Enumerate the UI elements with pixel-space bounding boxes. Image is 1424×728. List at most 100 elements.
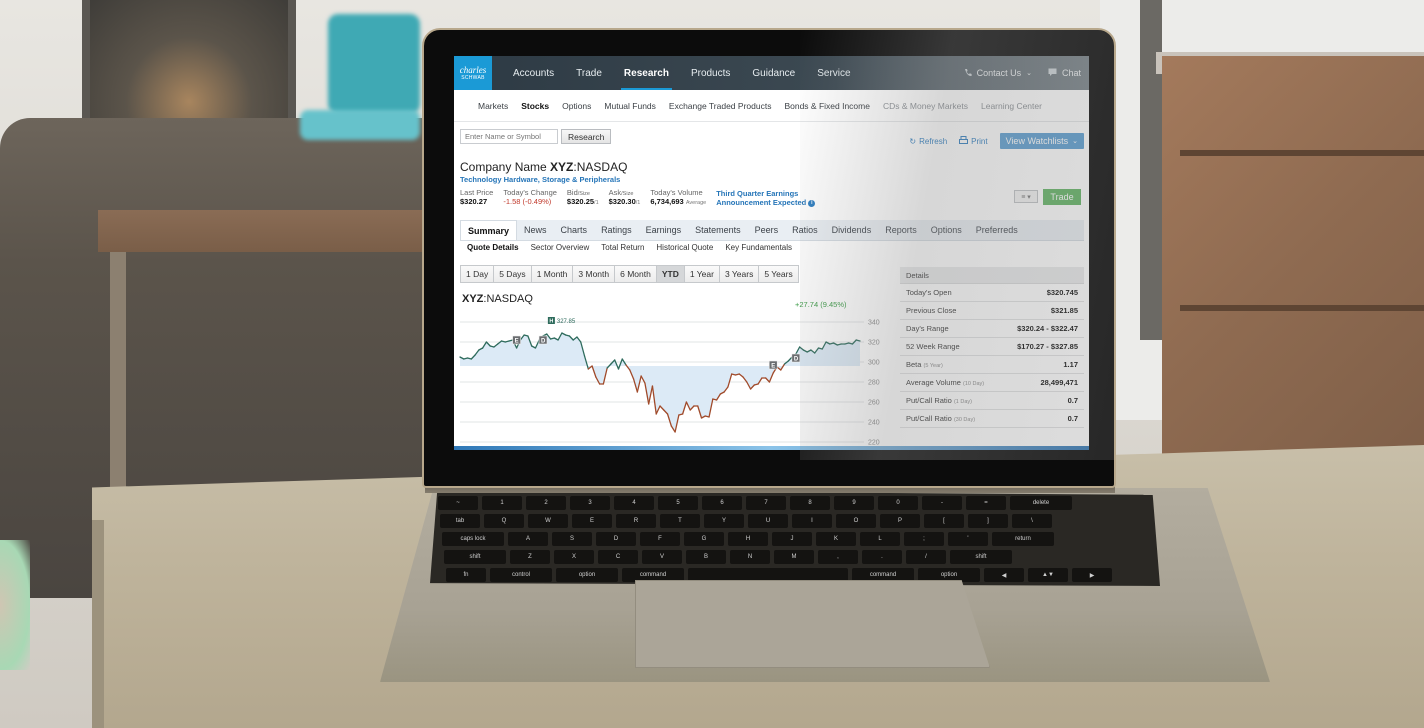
subtab-key-fundamentals[interactable]: Key Fundamentals [725,243,792,252]
window-frame [1140,0,1162,340]
sub-nav-item[interactable]: Learning Center [981,101,1042,111]
sub-nav-item[interactable]: Options [562,101,591,111]
range-button-1-month[interactable]: 1 Month [531,266,574,282]
keyboard-key: U [748,514,788,528]
sub-nav-item[interactable]: Stocks [521,101,549,111]
top-nav-item-service[interactable]: Service [806,56,861,90]
info-icon[interactable]: i [808,199,816,207]
top-nav: charles SCHWAB Accounts Trade Research Prod… [454,56,1089,90]
side-table-leg [110,252,126,512]
subtab-sector-overview[interactable]: Sector Overview [531,243,590,252]
details-label-text: Put/Call Ratio [906,396,952,405]
event-marker-letter: E [515,338,519,344]
range-button-ytd[interactable]: YTD [656,266,685,282]
price-chart: 340320300280260240220H 327.85E DED [459,317,880,447]
subtab-historical-quote[interactable]: Historical Quote [656,243,713,252]
keyboard-key: ~ [438,496,478,510]
tab-dividends[interactable]: Dividends [825,220,879,240]
printer-icon [959,136,969,146]
chat-bubble-icon [1048,68,1057,78]
company-name: Company Name [460,160,547,174]
bid: Bid/Size $320.25/1 [567,188,599,208]
sub-nav-item[interactable]: Mutual Funds [604,101,656,111]
refresh-link[interactable]: ↻ Refresh [909,137,947,146]
laptop-screen: charles SCHWAB Accounts Trade Research Prod… [454,56,1089,450]
contact-us-menu[interactable]: Contact Us ⌄ [956,68,1040,79]
details-label-note: (10 Day) [963,381,985,387]
print-link[interactable]: Print [959,136,988,146]
range-button-1-year[interactable]: 1 Year [684,266,720,282]
sub-nav-item[interactable]: Bonds & Fixed Income [784,101,870,111]
details-value: 0.7 [1067,414,1078,423]
view-watchlists-button[interactable]: View Watchlists ⌄ [999,133,1084,149]
keyboard-row: tab Q W E R T Y U I O P [] \ [440,514,1052,528]
range-button-3-month[interactable]: 3 Month [573,266,616,282]
tab-summary[interactable]: Summary [460,220,518,240]
tab-reports[interactable]: Reports [878,220,924,240]
tab-ratios[interactable]: Ratios [785,220,825,240]
keyboard-key: . [862,550,902,564]
chart-range-selector: 1 Day 5 Days 1 Month 3 Month 6 Month YTD 1 Yea… [460,265,799,283]
company-sector-link[interactable]: Technology Hardware, Storage & Periphera… [460,175,627,184]
keyboard-key: ▲▼ [1028,568,1068,582]
top-nav-item-research[interactable]: Research [613,56,680,90]
print-label: Print [971,136,988,146]
keyboard-key: caps lock [442,532,504,546]
details-panel: Details Today's Open $320.745 Previous Clo… [900,267,1084,428]
sub-nav-item[interactable]: Markets [478,101,508,111]
subtab-quote-details[interactable]: Quote Details [467,243,519,252]
sub-nav: Markets Stocks Options Mutual Funds Exchange… [454,90,1089,122]
keyboard-key: 5 [658,496,698,510]
top-nav-item-products[interactable]: Products [680,56,741,90]
range-button-5-days[interactable]: 5 Days [494,266,532,282]
keyboard-key: 6 [702,496,742,510]
tab-charts[interactable]: Charts [554,220,595,240]
high-marker-value: 327.85 [557,319,576,325]
top-nav-item-guidance[interactable]: Guidance [741,56,806,90]
keyboard-key: K [816,532,856,546]
details-label: Put/Call Ratio (1 Day) [906,396,972,405]
keyboard-key: return [992,532,1054,546]
details-label: Put/Call Ratio (30 Day) [906,414,975,423]
earnings-announcement-link[interactable]: Third Quarter Earnings Announcement Expe… [716,189,816,208]
chat-button[interactable]: Chat [1040,68,1089,78]
high-marker-letter: H [549,319,553,325]
schwab-logo[interactable]: charles SCHWAB [454,56,492,90]
sub-nav-item[interactable]: CDs & Money Markets [883,101,968,111]
chart-title-symbol: XYZ [462,293,484,305]
company-title: Company Name XYZ:NASDAQ [460,160,627,174]
details-label: 52 Week Range [906,342,960,351]
range-button-1-day[interactable]: 1 Day [461,266,495,282]
event-marker-letter: D [794,356,799,362]
details-value: 28,499,471 [1040,378,1078,387]
range-button-5-years[interactable]: 5 Years [759,266,798,282]
tab-options[interactable]: Options [924,220,969,240]
chart-change-label: +27.74 (9.45%) [795,300,847,309]
company-exchange: :NASDAQ [573,160,628,174]
tab-peers[interactable]: Peers [748,220,786,240]
tab-earnings[interactable]: Earnings [639,220,689,240]
details-row: Day's Range $320.24 - $322.47 [900,320,1084,338]
details-value: $321.85 [1050,306,1078,315]
refresh-icon: ↻ [909,136,917,146]
list-menu-button[interactable]: ≡ ▾ [1014,190,1038,203]
details-label-note: (1 Day) [953,399,972,405]
trade-button[interactable]: Trade [1043,189,1081,205]
page-tools: ↻ Refresh Print View Watchlists ⌄ [909,133,1084,149]
tab-statements[interactable]: Statements [688,220,748,240]
keyboard-key: 9 [834,496,874,510]
research-button[interactable]: Research [561,129,612,144]
top-nav-item-accounts[interactable]: Accounts [502,56,565,90]
volume-label: Today's Volume [650,188,703,197]
range-button-6-month[interactable]: 6 Month [615,266,657,282]
keyboard-key: P [880,514,920,528]
subtab-total-return[interactable]: Total Return [601,243,644,252]
top-nav-item-trade[interactable]: Trade [565,56,613,90]
tab-preferreds[interactable]: Preferreds [969,220,1025,240]
symbol-search-input[interactable] [460,129,558,144]
tab-news[interactable]: News [517,220,554,240]
tab-ratings[interactable]: Ratings [594,220,639,240]
sub-nav-item[interactable]: Exchange Traded Products [669,101,772,111]
range-button-3-years[interactable]: 3 Years [719,266,760,282]
keyboard-key: command [852,568,914,582]
